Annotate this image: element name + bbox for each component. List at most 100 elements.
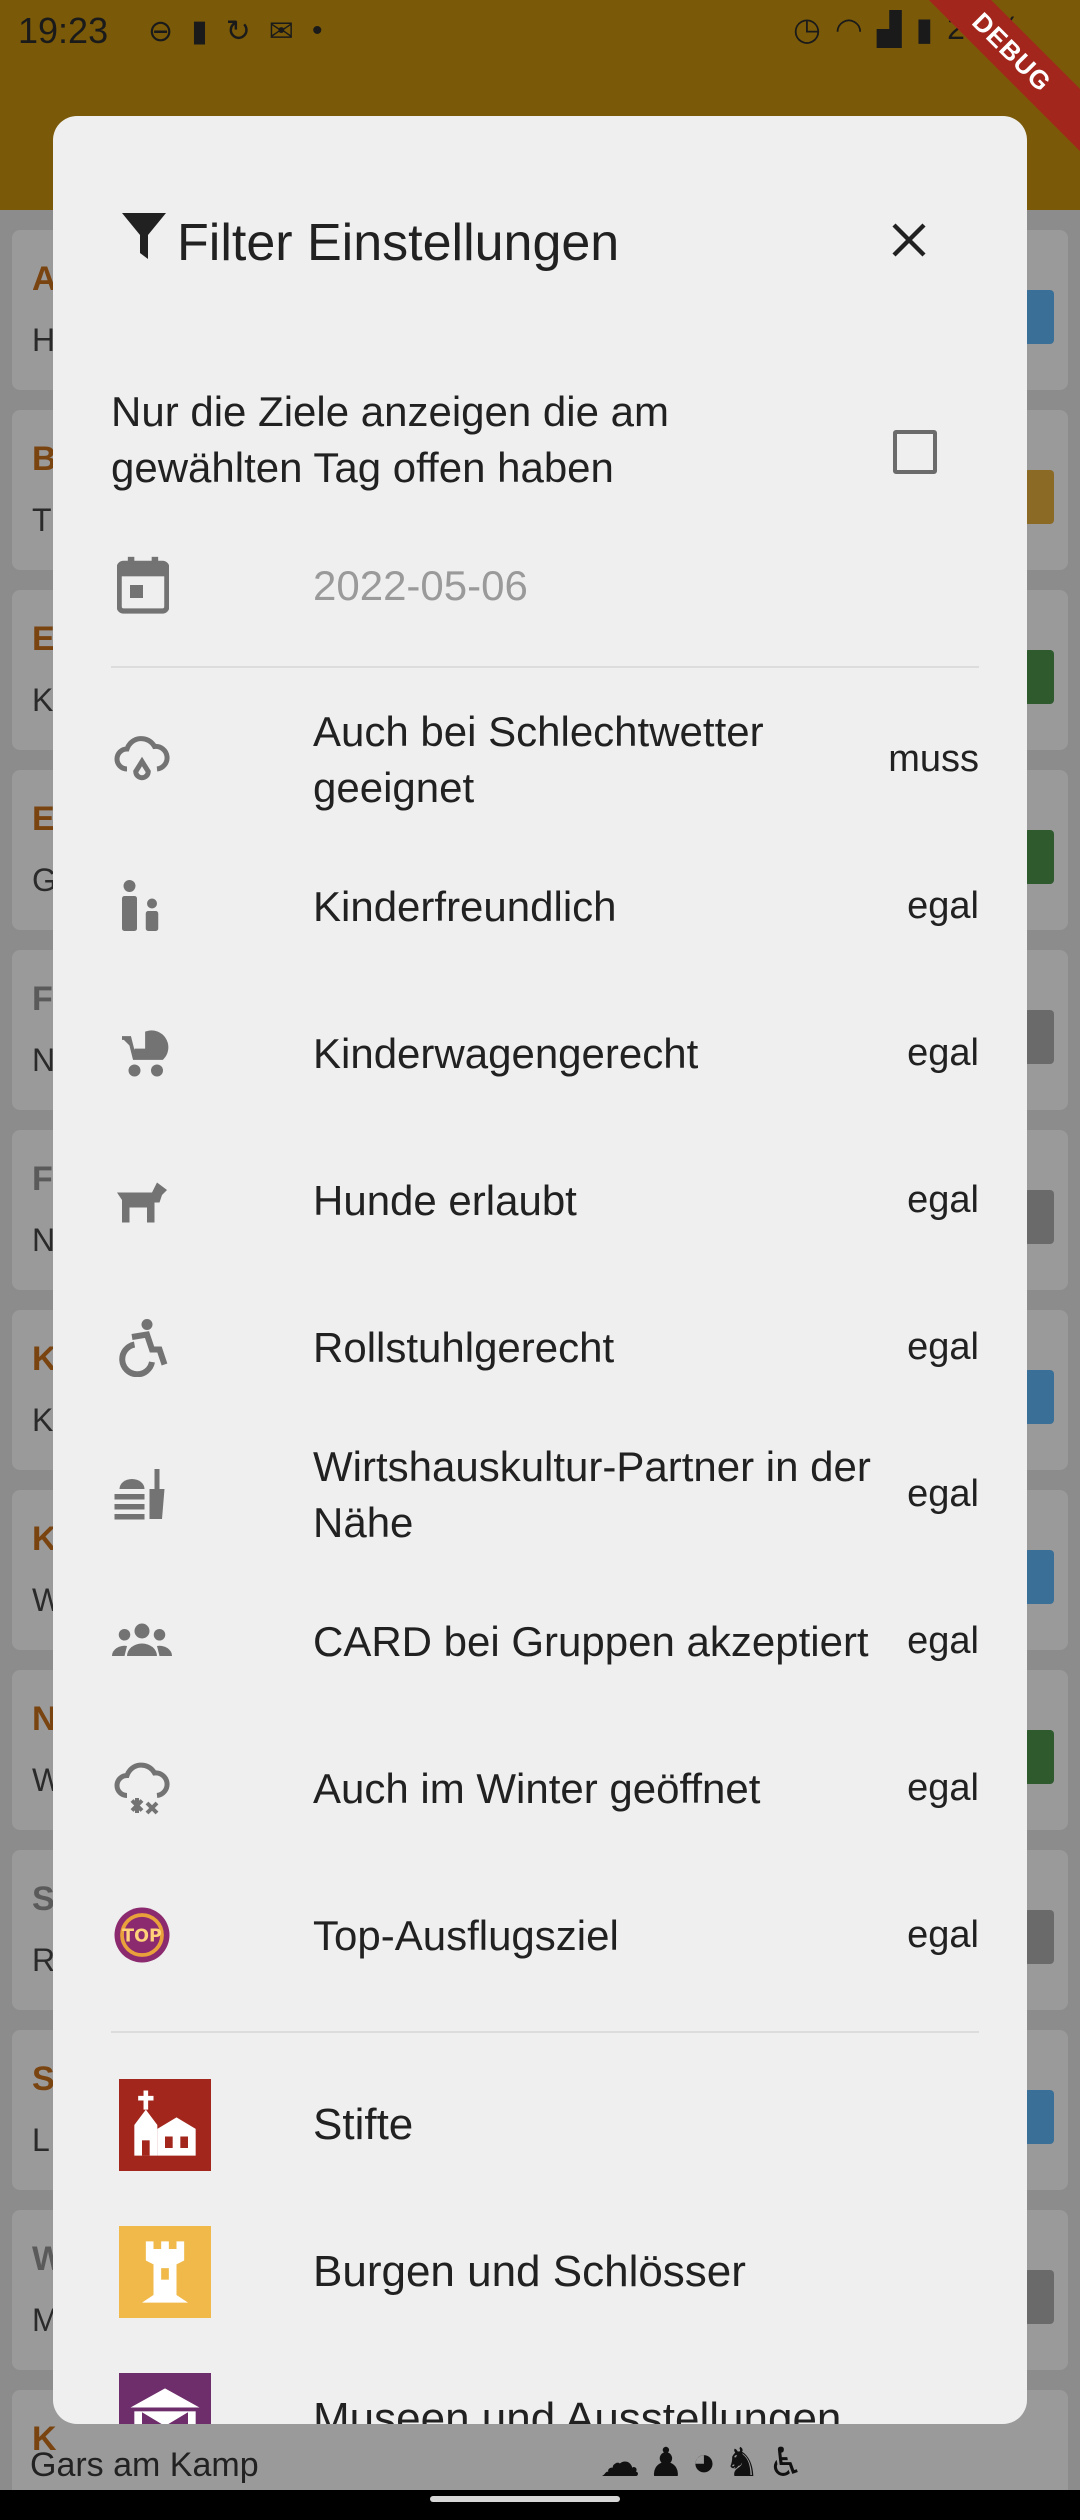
filter-row-bad-weather[interactable]: Auch bei Schlechtwetter geeignet muss	[111, 686, 979, 833]
filter-label: Wirtshauskultur-Partner in der Nähe	[313, 1442, 871, 1546]
date-value: 2022-05-06	[313, 562, 528, 609]
child-friendly-icon	[111, 875, 173, 937]
group-icon	[111, 1610, 173, 1672]
filter-value[interactable]: muss	[888, 686, 979, 833]
filter-label: CARD bei Gruppen akzeptiert	[313, 1617, 869, 1665]
calendar-icon	[117, 556, 169, 614]
list-item-title: E	[32, 800, 55, 838]
filter-value[interactable]: egal	[907, 1715, 979, 1862]
filter-value[interactable]: egal	[907, 1568, 979, 1715]
filter-value[interactable]: egal	[907, 1127, 979, 1274]
filter-row-restaurant[interactable]: Wirtshauskultur-Partner in der Nähe egal	[111, 1421, 979, 1568]
wheelchair-icon: ♿	[767, 2441, 804, 2485]
signal-icon: ▟	[876, 11, 902, 47]
filter-row-child-friendly[interactable]: Kinderfreundlich egal	[111, 833, 979, 980]
list-item-subtitle: N	[32, 1042, 56, 1078]
filter-row-wheelchair[interactable]: Rollstuhlgerecht egal	[111, 1274, 979, 1421]
restaurant-icon	[111, 1463, 173, 1525]
navigation-bar	[0, 2490, 1080, 2520]
dialog-title: Filter Einstellungen	[119, 208, 619, 278]
filter-row-stroller[interactable]: Kinderwagengerecht egal	[111, 980, 979, 1127]
dot-icon: •	[311, 14, 323, 47]
filter-icon	[119, 209, 169, 278]
list-item-subtitle: Gars am Kamp	[30, 2446, 259, 2484]
snowflake-icon	[111, 1757, 173, 1819]
list-item-subtitle: R	[32, 1942, 56, 1978]
category-badge	[1024, 2090, 1054, 2144]
list-item-subtitle: L	[32, 2122, 50, 2158]
svg-text:TOP: TOP	[122, 1926, 162, 1946]
filter-label: Hunde erlaubt	[313, 1176, 577, 1224]
list-item-subtitle: H	[32, 322, 56, 358]
list-item-title: S	[32, 2060, 55, 2098]
category-row-museen[interactable]: Museen und Ausstellungen	[111, 2345, 979, 2424]
museum-icon	[119, 2373, 211, 2424]
filter-value[interactable]: egal	[907, 1274, 979, 1421]
rain-cloud-icon: ☁	[600, 2441, 640, 2485]
church-icon	[119, 2079, 211, 2171]
list-item-title: F	[32, 1160, 53, 1198]
list-item-title: E	[32, 620, 55, 658]
filter-label: Kinderfreundlich	[313, 882, 617, 930]
category-badge	[1024, 1550, 1054, 1604]
filter-label: Auch im Winter geöffnet	[313, 1764, 761, 1812]
dialog-title-text: Filter Einstellungen	[177, 214, 620, 272]
filter-value[interactable]: egal	[907, 980, 979, 1127]
filter-dialog: Filter Einstellungen Nur die Ziele anzei…	[53, 116, 1027, 2424]
filter-row-winter[interactable]: Auch im Winter geöffnet egal	[111, 1715, 979, 1862]
filter-row-dogs[interactable]: Hunde erlaubt egal	[111, 1127, 979, 1274]
sync-icon: ↻	[225, 15, 251, 48]
filter-label: Top-Ausflugsziel	[313, 1911, 619, 1959]
alarm-icon: ◷	[793, 11, 821, 47]
battery-icon: ▮	[915, 11, 934, 47]
divider	[111, 666, 979, 668]
filter-row-card-groups[interactable]: CARD bei Gruppen akzeptiert egal	[111, 1568, 979, 1715]
open-on-day-checkbox[interactable]	[893, 430, 937, 474]
open-on-day-label: Nur die Ziele anzeigen die am gewählten …	[111, 388, 669, 491]
filter-value[interactable]: egal	[907, 833, 979, 980]
stroller-icon: ◕	[691, 2440, 717, 2484]
castle-icon	[119, 2226, 211, 2318]
category-badge	[1024, 1370, 1054, 1424]
category-badge	[1024, 1730, 1054, 1784]
mail-icon: ✉	[268, 15, 294, 48]
clock: 19:23	[18, 10, 109, 51]
dog-icon: ♞	[724, 2441, 760, 2485]
notification-icon: ▮	[191, 15, 208, 48]
feature-icons: ☁ ♟ ◕ ♞ ♿	[600, 2440, 804, 2486]
filter-value[interactable]: egal	[907, 1862, 979, 2009]
close-button[interactable]	[873, 204, 945, 276]
category-row-burgen[interactable]: Burgen und Schlösser	[111, 2198, 979, 2345]
wifi-icon: ◠	[834, 11, 863, 47]
list-item-subtitle: N	[32, 1222, 56, 1258]
list-item-subtitle: K	[32, 682, 54, 718]
home-gesture-handle[interactable]	[430, 2496, 620, 2502]
category-badge	[1024, 650, 1054, 704]
category-badge	[1024, 830, 1054, 884]
stroller-icon	[111, 1022, 173, 1084]
list-item-subtitle: T	[32, 502, 52, 538]
child-friendly-icon: ♟	[648, 2441, 684, 2485]
category-badge	[1024, 1010, 1054, 1064]
category-label: Stifte	[313, 2099, 414, 2149]
category-badge	[1024, 290, 1054, 344]
rain-cloud-icon	[111, 728, 173, 790]
filter-value[interactable]: egal	[907, 1421, 979, 1568]
notification-icons: ⊖ ▮ ↻ ✉ •	[148, 14, 322, 49]
wheelchair-icon	[111, 1316, 173, 1378]
close-icon	[892, 223, 926, 257]
notification-icon: ⊖	[148, 15, 174, 48]
list-item-title: S	[32, 1880, 55, 1918]
category-badge	[1024, 470, 1054, 524]
category-badge	[1024, 1190, 1054, 1244]
list-item-title: F	[32, 980, 53, 1018]
date-picker[interactable]: 2022-05-06	[111, 536, 979, 636]
status-bar: 19:23 ⊖ ▮ ↻ ✉ • ◷ ◠ ▟ ▮ 28 %	[0, 0, 1080, 62]
open-on-day-option[interactable]: Nur die Ziele anzeigen die am gewählten …	[111, 374, 979, 504]
filter-row-top[interactable]: TOP Top-Ausflugsziel egal	[111, 1862, 979, 2009]
category-label: Museen und Ausstellungen	[313, 2393, 842, 2425]
category-row-stifte[interactable]: Stifte	[111, 2051, 979, 2198]
filter-label: Auch bei Schlechtwetter geeignet	[313, 707, 764, 811]
filter-label: Kinderwagengerecht	[313, 1029, 699, 1077]
category-badge	[1024, 1910, 1054, 1964]
